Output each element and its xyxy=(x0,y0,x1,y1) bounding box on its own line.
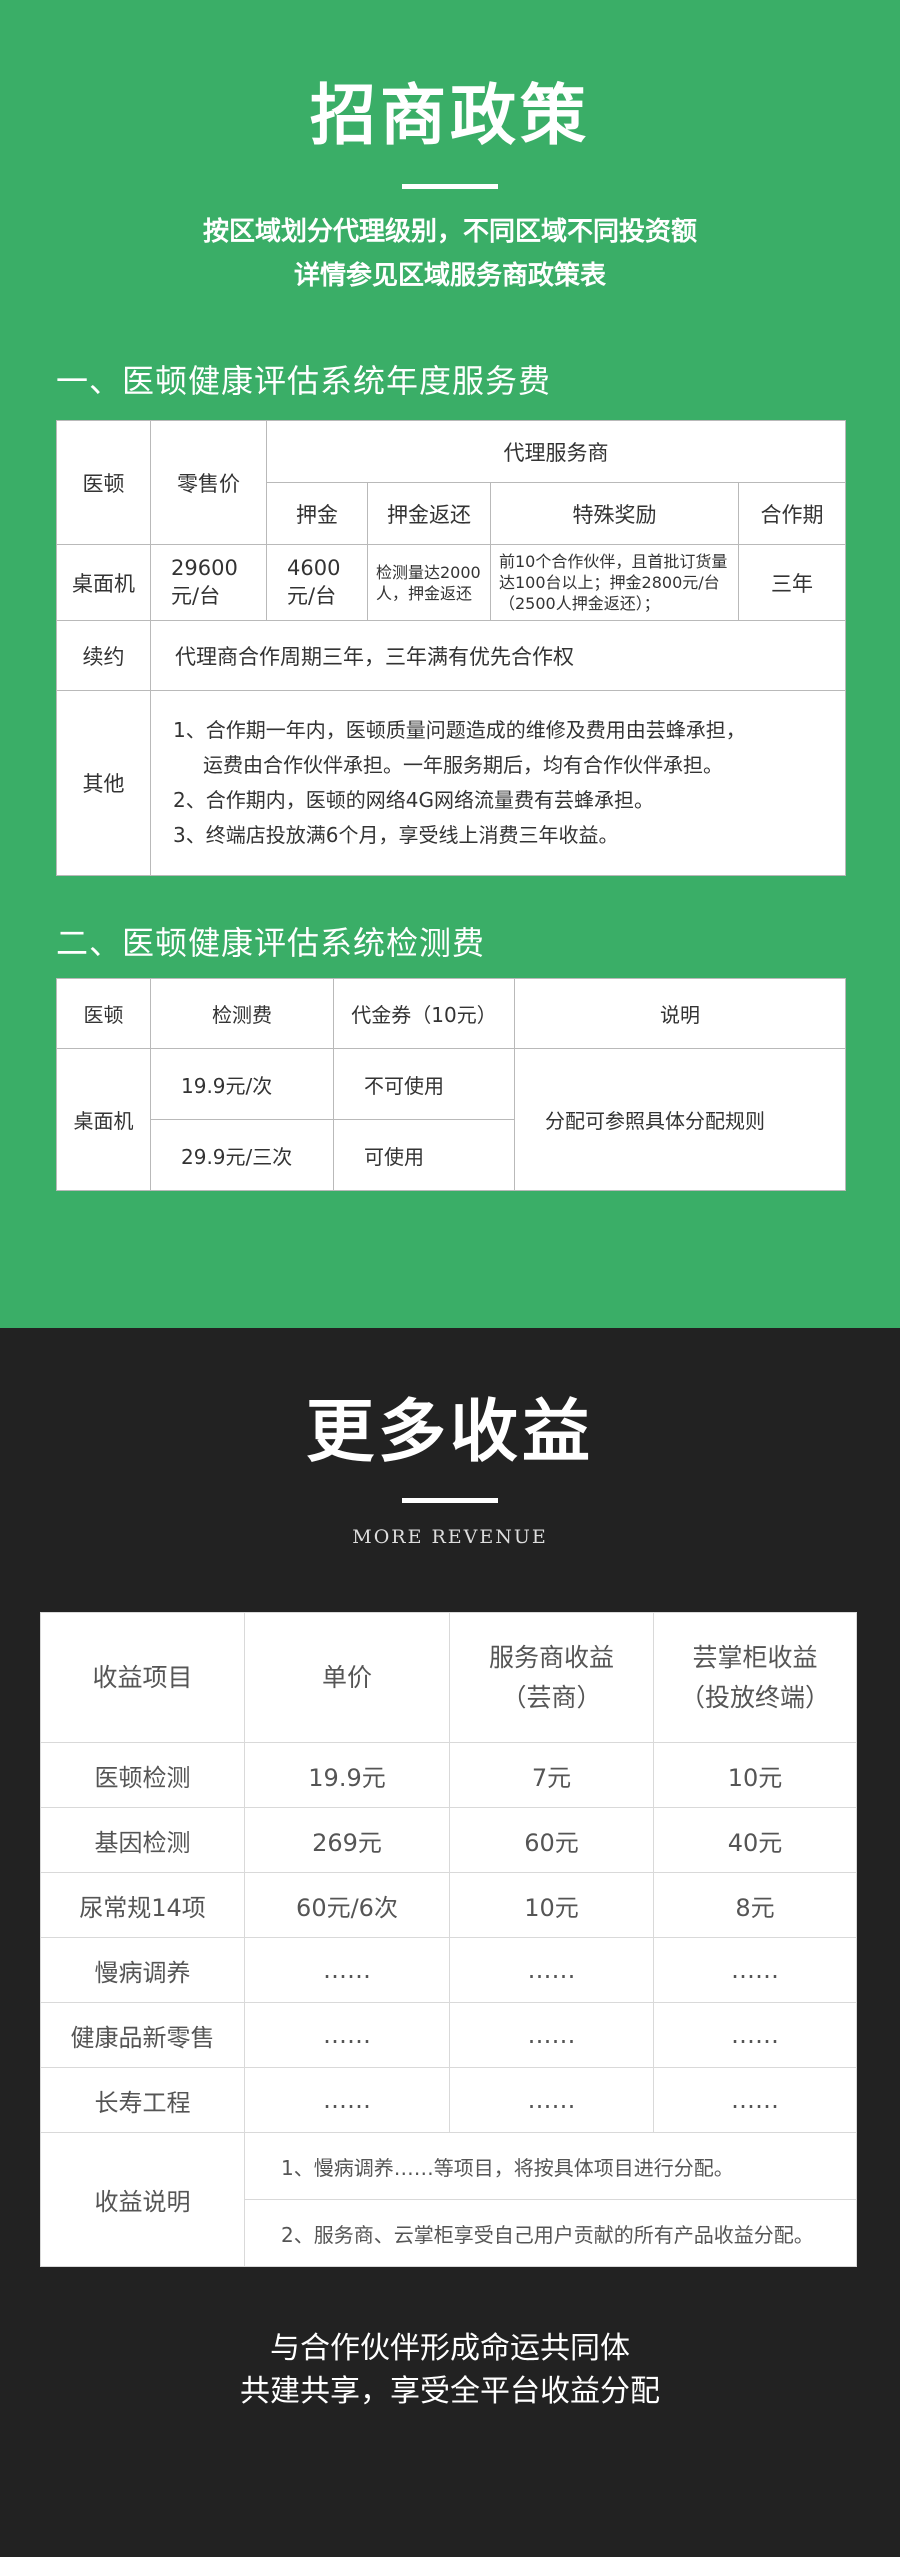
table-row: 基因检测 269元 60元 40元 xyxy=(40,1807,857,1873)
cell-deposit: 4600 元/台 xyxy=(266,544,368,621)
service-fee-table: 医顿 零售价 代理服务商 押金 押金返还 特殊奖励 合作期 桌面机 29600 … xyxy=(56,420,846,876)
header-line: 服务商收益 xyxy=(488,1642,614,1672)
cell-deposit-refund: 检测量达2000 人，押金返还 xyxy=(367,544,491,621)
header-line: 芸掌柜收益 xyxy=(692,1642,818,1672)
header-item: 收益项目 xyxy=(40,1612,245,1743)
cell-product: 桌面机 xyxy=(56,1048,151,1191)
revenue-subtitle: MORE REVENUE xyxy=(352,1526,548,1548)
revenue-table: 收益项目 单价 服务商收益 （芸商） 芸掌柜收益 （投放终端） 医顿检测 19.… xyxy=(40,1612,857,2267)
section-2-heading: 二、医顿健康评估系统检测费 xyxy=(56,924,486,962)
cell-cabinet: 10元 xyxy=(653,1742,857,1808)
revenue-note: 2、服务商、云掌柜享受自己用户贡献的所有产品收益分配。 xyxy=(244,2199,857,2267)
header-provider-income: 服务商收益 （芸商） xyxy=(449,1612,654,1743)
cell-price: 60元/6次 xyxy=(244,1872,450,1938)
policy-intro: 按区域划分代理级别，不同区域不同投资额 详情参见区域服务商政策表 xyxy=(0,210,900,298)
refund-line: 人，押金返还 xyxy=(376,583,473,603)
header-term: 合作期 xyxy=(738,482,846,545)
header-deposit-refund: 押金返还 xyxy=(367,482,491,545)
cell-price: …… xyxy=(244,1937,450,2003)
cell-fee-single: 19.9元/次 xyxy=(150,1048,334,1120)
intro-line: 详情参见区域服务商政策表 xyxy=(293,261,606,291)
header-cabinet-income: 芸掌柜收益 （投放终端） xyxy=(653,1612,857,1743)
revenue-title: 更多收益 xyxy=(305,1392,594,1472)
cell-cabinet: …… xyxy=(653,2067,857,2133)
title-divider xyxy=(402,184,498,189)
renew-label: 续约 xyxy=(56,620,151,691)
cell-provider: …… xyxy=(449,2002,654,2068)
cell-special-bonus: 前10个合作伙伴，且首批订货量 达100台以上；押金2800元/台 （2500人… xyxy=(490,544,739,621)
cell-term: 三年 xyxy=(738,544,846,621)
retail-unit: 元/台 xyxy=(171,583,221,608)
slogan-line: 共建共享，享受全平台收益分配 xyxy=(240,2374,660,2409)
cell-provider: 10元 xyxy=(449,1872,654,1938)
deposit-value: 4600 xyxy=(287,555,341,580)
cell-price: 269元 xyxy=(244,1807,450,1873)
cell-item: 医顿检测 xyxy=(40,1742,245,1808)
header-line: （投放终端） xyxy=(679,1682,830,1712)
header-line: （芸商） xyxy=(501,1682,602,1712)
table-row: 健康品新零售 …… …… …… xyxy=(40,2002,857,2068)
cell-provider: 60元 xyxy=(449,1807,654,1873)
closing-slogan: 与合作伙伴形成命运共同体 共建共享，享受全平台收益分配 xyxy=(0,2327,900,2413)
header-product: 医顿 xyxy=(56,978,151,1049)
section-1-heading: 一、医顿健康评估系统年度服务费 xyxy=(56,362,552,400)
cell-cabinet: 8元 xyxy=(653,1872,857,1938)
intro-line: 按区域划分代理级别，不同区域不同投资额 xyxy=(202,217,697,247)
bonus-line: 达100台以上；押金2800元/台 xyxy=(499,573,720,592)
cell-item: 基因检测 xyxy=(40,1807,245,1873)
cell-cabinet: …… xyxy=(653,2002,857,2068)
bonus-line: 前10个合作伙伴，且首批订货量 xyxy=(499,552,728,571)
bonus-line: （2500人押金返还）； xyxy=(499,594,660,613)
cell-retail-price: 29600 元/台 xyxy=(150,544,267,621)
header-retail-price: 零售价 xyxy=(150,420,267,545)
slogan-line: 与合作伙伴形成命运共同体 xyxy=(270,2331,630,2366)
cell-coupon-triple: 可使用 xyxy=(333,1119,515,1191)
retail-value: 29600 xyxy=(171,555,238,580)
table-row: 医顿检测 19.9元 7元 10元 xyxy=(40,1742,857,1808)
header-coupon: 代金券（10元） xyxy=(333,978,515,1049)
table-row: 长寿工程 …… …… …… xyxy=(40,2067,857,2133)
header-product: 医顿 xyxy=(56,420,151,545)
cell-coupon-single: 不可使用 xyxy=(333,1048,515,1120)
cell-provider: …… xyxy=(449,2067,654,2133)
cell-item: 尿常规14项 xyxy=(40,1872,245,1938)
refund-line: 检测量达2000 xyxy=(376,562,481,582)
policy-title: 招商政策 xyxy=(310,76,590,154)
note-line: 运费由合作伙伴承担。一年服务期后，均有合作伙伴承担。 xyxy=(203,753,723,777)
other-notes: 1、合作期一年内，医顿质量问题造成的维修及费用由芸蜂承担， 运费由合作伙伴承担。… xyxy=(150,690,846,876)
note-line: 2、合作期内，医顿的网络4G网络流量费有芸蜂承担。 xyxy=(173,788,654,812)
cell-product: 桌面机 xyxy=(56,544,151,621)
renew-text: 代理商合作周期三年，三年满有优先合作权 xyxy=(150,620,846,691)
note-line: 3、终端店投放满6个月，享受线上消费三年收益。 xyxy=(173,823,619,847)
deposit-unit: 元/台 xyxy=(287,583,337,608)
header-price: 单价 xyxy=(244,1612,450,1743)
cell-item: 健康品新零售 xyxy=(40,2002,245,2068)
cell-cabinet: 40元 xyxy=(653,1807,857,1873)
cell-provider: 7元 xyxy=(449,1742,654,1808)
test-fee-table: 医顿 检测费 代金券（10元） 说明 桌面机 19.9元/次 不可使用 分配可参… xyxy=(56,978,846,1191)
table-row: 慢病调养 …… …… …… xyxy=(40,1937,857,2003)
cell-item: 慢病调养 xyxy=(40,1937,245,2003)
cell-provider: …… xyxy=(449,1937,654,2003)
cell-price: …… xyxy=(244,2002,450,2068)
header-description: 说明 xyxy=(514,978,846,1049)
cell-price: …… xyxy=(244,2067,450,2133)
table-row: 尿常规14项 60元/6次 10元 8元 xyxy=(40,1872,857,1938)
other-label: 其他 xyxy=(56,690,151,876)
header-special-bonus: 特殊奖励 xyxy=(490,482,739,545)
cell-description: 分配可参照具体分配规则 xyxy=(514,1048,846,1191)
revenue-note: 1、慢病调养……等项目，将按具体项目进行分配。 xyxy=(244,2132,857,2200)
header-agent: 代理服务商 xyxy=(266,420,846,483)
cell-item: 长寿工程 xyxy=(40,2067,245,2133)
header-test-fee: 检测费 xyxy=(150,978,334,1049)
cell-fee-triple: 29.9元/三次 xyxy=(150,1119,334,1191)
header-deposit: 押金 xyxy=(266,482,368,545)
note-line: 1、合作期一年内，医顿质量问题造成的维修及费用由芸蜂承担， xyxy=(173,718,746,742)
title-divider xyxy=(402,1498,498,1503)
note-label: 收益说明 xyxy=(40,2132,245,2267)
cell-price: 19.9元 xyxy=(244,1742,450,1808)
cell-cabinet: …… xyxy=(653,1937,857,2003)
